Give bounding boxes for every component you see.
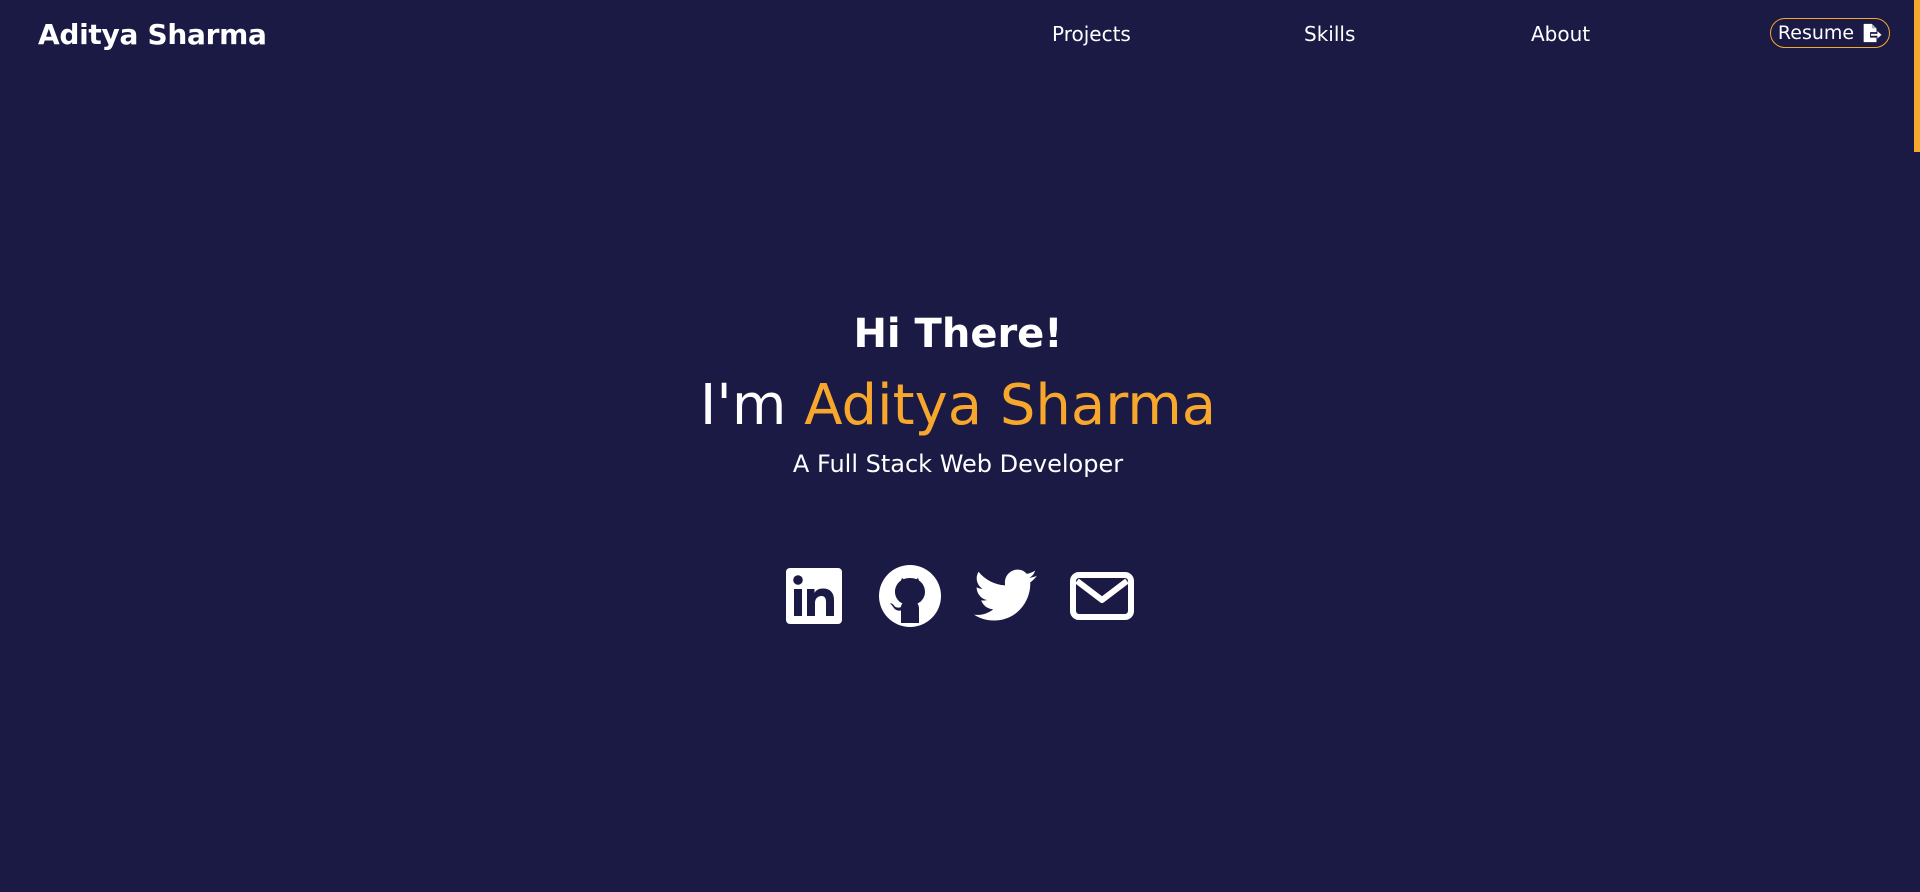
hero-section: Hi There! I'm Aditya Sharma A Full Stack… [0, 300, 1916, 484]
email-icon [1070, 572, 1134, 620]
github-link[interactable] [877, 563, 943, 629]
social-links [0, 563, 1916, 629]
twitter-icon [974, 569, 1038, 623]
nav-link-about[interactable]: About [1531, 22, 1590, 46]
hero-subtitle: A Full Stack Web Developer [792, 450, 1124, 478]
scroll-progress-bar [1914, 0, 1920, 152]
nav-link-projects[interactable]: Projects [1052, 22, 1131, 46]
linkedin-link[interactable] [781, 563, 847, 629]
navbar: Aditya Sharma Projects Skills About Resu… [0, 0, 1920, 76]
twitter-link[interactable] [973, 563, 1039, 629]
hero-headline: I'm Aditya Sharma [0, 368, 1916, 444]
hero-headline-prefix: I'm [699, 373, 787, 438]
brand-logo-text[interactable]: Aditya Sharma [38, 18, 267, 51]
linkedin-icon [786, 568, 842, 624]
github-icon [879, 565, 941, 627]
resume-button-label: Resume [1777, 22, 1855, 44]
hero-greeting: Hi There! [853, 311, 1063, 357]
resume-button[interactable]: Resume [1770, 18, 1890, 48]
hero-headline-name: Aditya Sharma [804, 373, 1217, 438]
portfolio-page: Aditya Sharma Projects Skills About Resu… [0, 0, 1920, 892]
email-link[interactable] [1069, 563, 1135, 629]
nav-link-skills[interactable]: Skills [1304, 22, 1355, 46]
file-export-icon [1860, 22, 1882, 44]
